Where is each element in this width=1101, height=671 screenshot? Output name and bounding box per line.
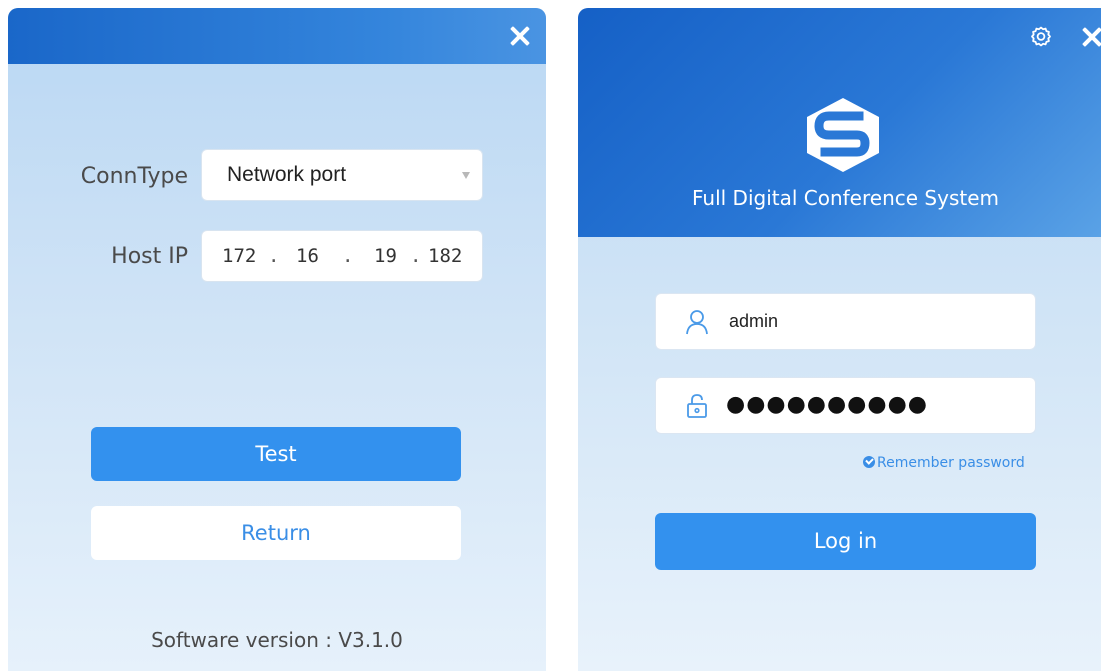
app-title: Full Digital Conference System	[691, 186, 999, 210]
conn-type-select[interactable]: Network port	[201, 149, 483, 201]
ip-dot-3: .	[410, 245, 422, 267]
gear-icon[interactable]	[1029, 25, 1053, 49]
host-ip-label: Host IP	[111, 244, 188, 269]
check-circle-icon	[863, 456, 875, 468]
password-field[interactable]: ●●●●●●●●●●	[655, 377, 1036, 434]
remember-password-checkbox[interactable]: Remember password	[863, 455, 1038, 471]
settings-window: ConnType Network port Host IP 172 . 16 .…	[8, 8, 546, 671]
login-button[interactable]: Log in	[655, 513, 1036, 570]
ip-octet-4[interactable]: 182	[428, 245, 462, 267]
return-button[interactable]: Return	[91, 506, 461, 560]
logo-icon	[807, 98, 879, 172]
user-icon	[686, 310, 708, 335]
ip-octet-3[interactable]: 19	[374, 245, 397, 267]
conn-type-label: ConnType	[80, 164, 188, 189]
software-version: Software version : V3.1.0	[151, 628, 403, 652]
test-button[interactable]: Test	[91, 427, 461, 481]
login-window: Full Digital Conference System admin ●●●…	[578, 8, 1101, 671]
ip-octet-1[interactable]: 172	[222, 245, 256, 267]
remember-password-label: Remember password	[877, 455, 1025, 471]
host-ip-field[interactable]: 172 . 16 . 19 . 182	[201, 230, 483, 282]
ip-dot-1: .	[268, 245, 280, 267]
ip-dot-2: .	[342, 245, 354, 267]
ip-octet-2[interactable]: 16	[296, 245, 319, 267]
settings-titlebar	[8, 8, 546, 64]
chevron-down-icon	[462, 172, 470, 179]
username-value: admin	[729, 311, 779, 331]
close-icon[interactable]	[1080, 25, 1101, 49]
username-field[interactable]: admin	[655, 293, 1036, 350]
lock-icon	[687, 394, 707, 418]
password-value: ●●●●●●●●●●	[726, 392, 928, 417]
close-icon[interactable]	[508, 24, 532, 48]
conn-type-value: Network port	[227, 163, 347, 186]
